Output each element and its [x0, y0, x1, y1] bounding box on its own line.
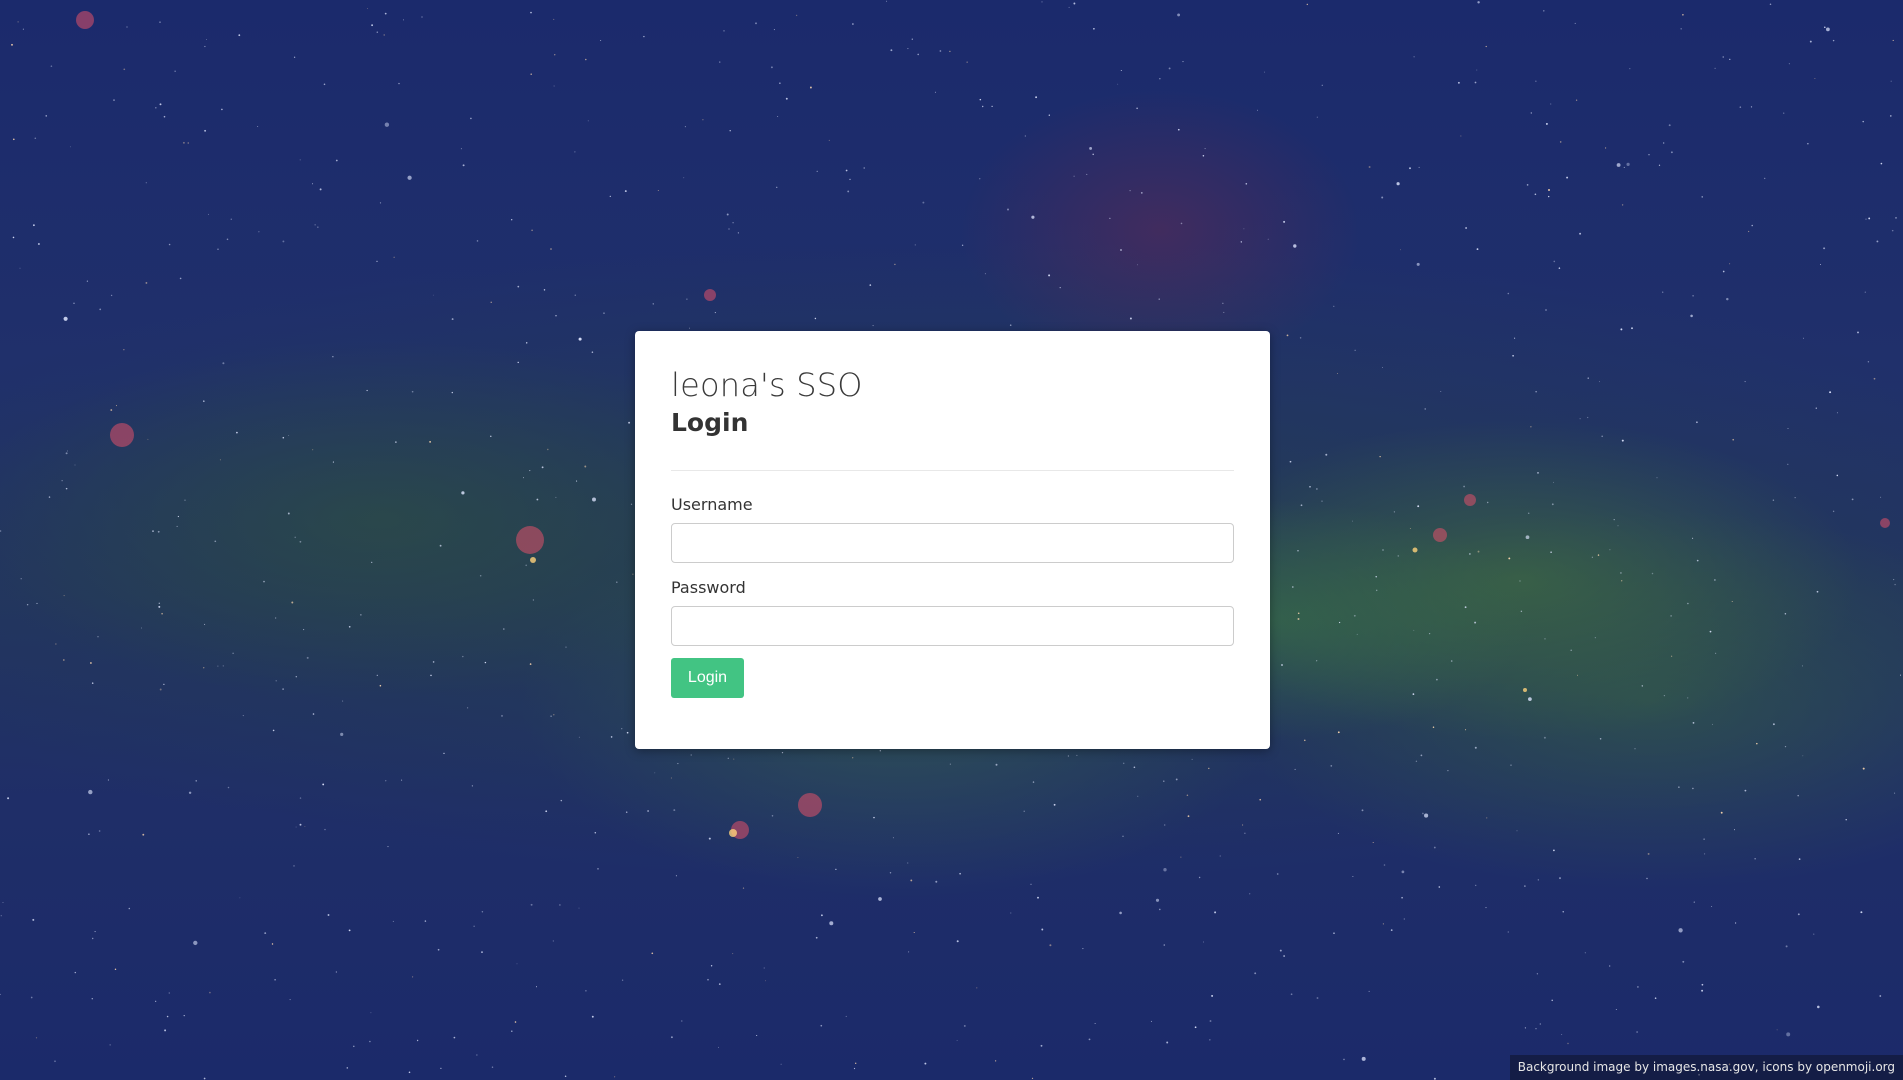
attribution-text: Background image by images.nasa.gov, ico…: [1509, 1055, 1903, 1080]
username-label: Username: [671, 495, 753, 514]
username-input[interactable]: [671, 523, 1234, 563]
login-button[interactable]: Login: [671, 658, 744, 698]
login-form: Username Password Login: [671, 495, 1234, 698]
password-input[interactable]: [671, 606, 1234, 646]
password-label: Password: [671, 578, 746, 597]
login-card: leona's SSO Login Username Password Logi…: [635, 331, 1270, 749]
title-divider: [671, 470, 1234, 471]
site-title: leona's SSO: [671, 366, 863, 404]
page-title: Login: [671, 408, 749, 437]
